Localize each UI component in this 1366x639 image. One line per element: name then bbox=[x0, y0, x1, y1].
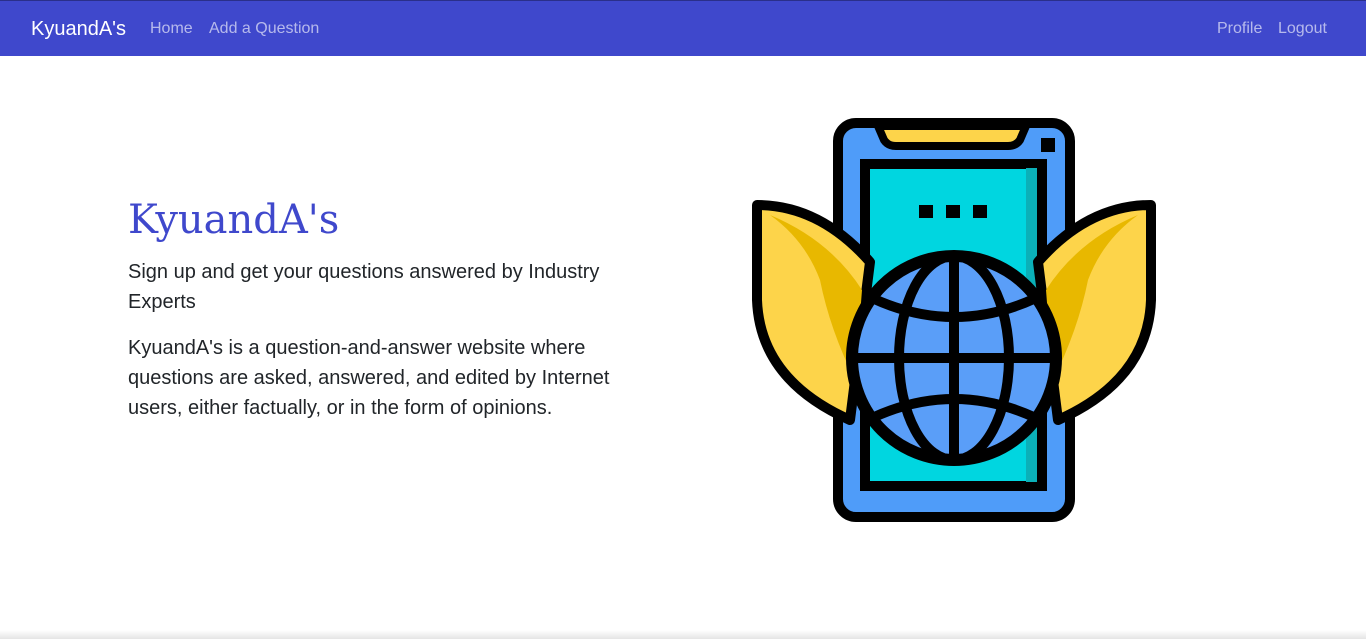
brand-link[interactable]: KyuandA's bbox=[31, 18, 126, 40]
hero-description: KyuandA's is a question-and-answer websi… bbox=[128, 337, 610, 419]
nav-link-logout[interactable]: Logout bbox=[1278, 20, 1327, 38]
hero-title: KyuandA's bbox=[128, 197, 340, 243]
phone-notch bbox=[871, 122, 1033, 150]
nav-link-profile[interactable]: Profile bbox=[1217, 20, 1262, 38]
camera-dot bbox=[1041, 138, 1055, 152]
nav-link-home[interactable]: Home bbox=[150, 20, 193, 38]
page-bottom-edge bbox=[0, 630, 1366, 639]
top-navbar: KyuandA's Home Add a Question Profile Lo… bbox=[0, 0, 1366, 56]
nav-link-add-question[interactable]: Add a Question bbox=[209, 20, 319, 38]
hero-lead: Sign up and get your questions answered … bbox=[128, 261, 600, 313]
globe-phone-laurel-icon bbox=[750, 116, 1158, 524]
